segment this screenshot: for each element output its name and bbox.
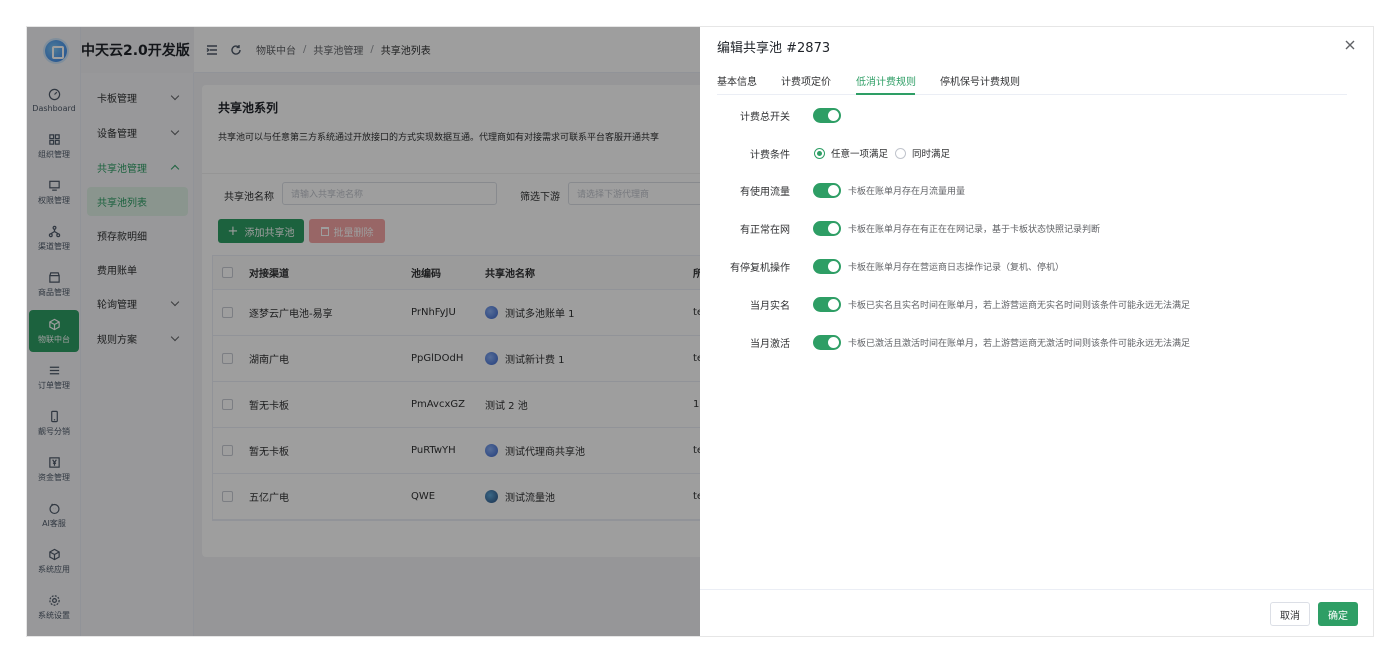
rule-label: 计费总开关: [740, 111, 790, 123]
rule-toggle[interactable]: [813, 334, 841, 350]
rule-label: 计费条件: [750, 149, 790, 161]
tab-suspension-billing-rules[interactable]: 停机保号计费规则: [940, 73, 1020, 88]
rule-description: 卡板已实名且实名时间在账单月，若上游营运商无实名时间则该条件可能永远无法满足: [848, 300, 1191, 311]
rule-toggle[interactable]: [813, 296, 841, 312]
active-tab-indicator: [856, 93, 915, 95]
rule-description: 卡板在账单月存在月流量用量: [848, 186, 966, 197]
rule-label: 有使用流量: [740, 186, 790, 198]
app-window: Dashboard 组织管理 权限管理 渠道管理 商品管理 物联中台 订单管理: [27, 27, 1373, 636]
rule-master-switch: 计费总开关: [700, 105, 1360, 125]
cancel-button[interactable]: 取消: [1270, 602, 1310, 626]
rule-row: 有使用流量 卡板在账单月存在月流量用量: [700, 180, 1360, 200]
edit-pool-drawer: 编辑共享池 #2873 基本信息 计费项定价 低消计费规则 停机保号计费规则 计…: [700, 27, 1373, 636]
radio-label: 任意一项满足: [831, 149, 889, 160]
rule-row: 当月实名 卡板已实名且实名时间在账单月，若上游营运商无实名时间则该条件可能永远无…: [700, 294, 1360, 314]
rule-row: 有停复机操作 卡板在账单月存在营运商日志操作记录（复机、停机）: [700, 256, 1360, 276]
rule-label: 有正常在网: [740, 224, 790, 236]
rule-label: 有停复机操作: [730, 262, 790, 274]
rule-label: 当月激活: [750, 338, 790, 350]
modal-overlay[interactable]: [27, 27, 700, 636]
rule-label: 当月实名: [750, 300, 790, 312]
rule-toggle[interactable]: [813, 182, 841, 198]
radio-all-conditions[interactable]: [895, 147, 906, 159]
drawer-title: 编辑共享池 #2873: [717, 41, 831, 56]
radio-any-condition[interactable]: [814, 147, 825, 159]
rule-toggle[interactable]: [813, 220, 841, 236]
close-icon[interactable]: [1343, 38, 1357, 52]
master-switch-toggle[interactable]: [813, 107, 841, 123]
rule-description: 卡板在账单月存在有正在在网记录，基于卡板状态快照记录判断: [848, 224, 1101, 235]
tab-min-billing-rules[interactable]: 低消计费规则: [856, 73, 916, 88]
rule-condition: 计费条件 任意一项满足 同时满足: [700, 143, 1360, 163]
rule-toggle[interactable]: [813, 258, 841, 274]
rule-row: 有正常在网 卡板在账单月存在有正在在网记录，基于卡板状态快照记录判断: [700, 218, 1360, 238]
tab-basic-info[interactable]: 基本信息: [717, 73, 757, 88]
rule-description: 卡板在账单月存在营运商日志操作记录（复机、停机）: [848, 262, 1065, 273]
tab-item-pricing[interactable]: 计费项定价: [781, 73, 831, 88]
drawer-tabs: 基本信息 计费项定价 低消计费规则 停机保号计费规则: [717, 71, 1347, 95]
confirm-button[interactable]: 确定: [1318, 602, 1358, 626]
rule-description: 卡板已激活且激活时间在账单月，若上游营运商无激活时间则该条件可能永远无法满足: [848, 338, 1191, 349]
rule-row: 当月激活 卡板已激活且激活时间在账单月，若上游营运商无激活时间则该条件可能永远无…: [700, 332, 1360, 352]
drawer-footer-divider: [700, 589, 1373, 590]
radio-label: 同时满足: [912, 149, 951, 160]
